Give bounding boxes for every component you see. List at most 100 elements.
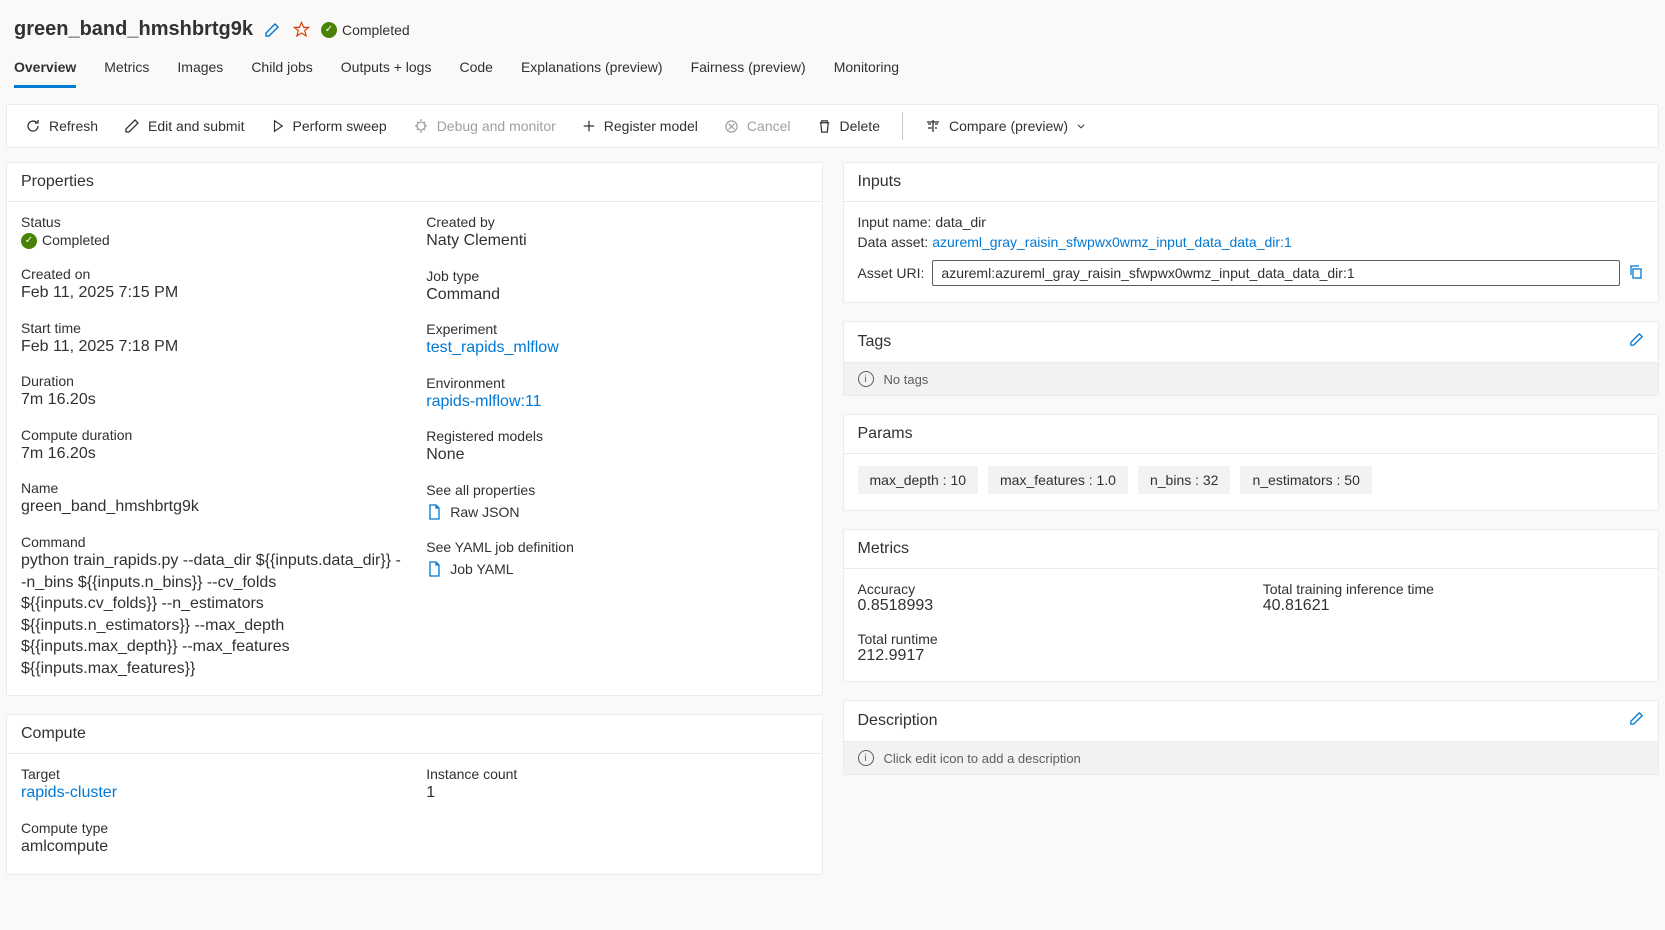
edit-description-icon[interactable] [1629, 711, 1644, 731]
metrics-title: Metrics [844, 530, 1659, 569]
metric-label: Total runtime [858, 631, 1239, 647]
inputs-card: Inputs Input name: data_dir Data asset: … [843, 162, 1660, 303]
pencil-icon [124, 118, 140, 134]
name-label: Name [21, 480, 402, 496]
description-title: Description [858, 712, 938, 730]
status-value: Completed [42, 231, 110, 250]
tab-images[interactable]: Images [177, 59, 223, 88]
job-type-value: Command [426, 284, 807, 306]
raw-json-link[interactable]: Raw JSON [426, 504, 519, 520]
compute-duration-value: 7m 16.20s [21, 443, 402, 465]
target-label: Target [21, 766, 402, 782]
instance-count-value: 1 [426, 782, 807, 804]
cancel-button: Cancel [712, 112, 803, 140]
tab-overview[interactable]: Overview [14, 59, 76, 88]
experiment-label: Experiment [426, 321, 807, 337]
metrics-card: Metrics Accuracy 0.8518993 Total trainin… [843, 529, 1660, 682]
tab-fairness[interactable]: Fairness (preview) [691, 59, 806, 88]
toolbar-divider [902, 112, 903, 140]
delete-button[interactable]: Delete [805, 112, 892, 140]
debug-monitor-button: Debug and monitor [401, 112, 568, 140]
copy-icon[interactable] [1628, 264, 1644, 283]
edit-title-icon[interactable] [261, 19, 283, 41]
data-asset-link[interactable]: azureml_gray_raisin_sfwpwx0wmz_input_dat… [932, 234, 1292, 250]
tab-child-jobs[interactable]: Child jobs [251, 59, 312, 88]
target-link[interactable]: rapids-cluster [21, 782, 402, 804]
param-chip: max_depth : 10 [858, 466, 979, 494]
properties-title: Properties [7, 163, 822, 202]
params-card: Params max_depth : 10 max_features : 1.0… [843, 414, 1660, 511]
status-badge: ✓ Completed [321, 22, 410, 38]
created-by-value: Naty Clementi [426, 230, 807, 252]
created-on-label: Created on [21, 266, 402, 282]
no-tags-bar: i No tags [844, 363, 1659, 395]
bug-icon [413, 118, 429, 134]
asset-uri-label: Asset URI: [858, 265, 925, 281]
tab-explanations[interactable]: Explanations (preview) [521, 59, 663, 88]
edit-submit-button[interactable]: Edit and submit [112, 112, 257, 140]
play-icon [271, 119, 285, 133]
compare-button[interactable]: Compare (preview) [913, 112, 1098, 140]
compute-duration-label: Compute duration [21, 427, 402, 443]
metric-label: Accuracy [858, 581, 1239, 597]
register-model-button[interactable]: Register model [570, 112, 710, 140]
check-circle-icon: ✓ [321, 22, 337, 38]
duration-label: Duration [21, 373, 402, 389]
param-chip: n_estimators : 50 [1240, 466, 1371, 494]
compare-icon [925, 118, 941, 134]
metric-value: 0.8518993 [858, 597, 1239, 615]
description-placeholder-bar: i Click edit icon to add a description [844, 742, 1659, 774]
chevron-down-icon [1076, 121, 1086, 131]
registered-models-label: Registered models [426, 428, 807, 444]
input-name-text: Input name: data_dir [858, 214, 1645, 230]
info-icon: i [858, 371, 874, 387]
tags-title: Tags [858, 333, 892, 351]
command-value: python train_rapids.py --data_dir ${{inp… [21, 550, 402, 680]
instance-count-label: Instance count [426, 766, 807, 782]
plus-icon [582, 119, 596, 133]
param-chip: max_features : 1.0 [988, 466, 1128, 494]
refresh-icon [25, 118, 41, 134]
asset-uri-field[interactable]: azureml:azureml_gray_raisin_sfwpwx0wmz_i… [932, 260, 1620, 286]
description-card: Description i Click edit icon to add a d… [843, 700, 1660, 775]
metric-value: 212.9917 [858, 647, 1239, 665]
status-text: Completed [342, 22, 410, 38]
inputs-title: Inputs [844, 163, 1659, 202]
tab-monitoring[interactable]: Monitoring [834, 59, 899, 88]
duration-value: 7m 16.20s [21, 389, 402, 411]
start-time-label: Start time [21, 320, 402, 336]
status-label: Status [21, 214, 402, 230]
see-yaml-label: See YAML job definition [426, 539, 807, 555]
tab-bar: Overview Metrics Images Child jobs Outpu… [6, 45, 1659, 88]
trash-icon [817, 119, 832, 134]
tab-metrics[interactable]: Metrics [104, 59, 149, 88]
metric-label: Total training inference time [1263, 581, 1644, 597]
created-on-value: Feb 11, 2025 7:15 PM [21, 282, 402, 304]
file-icon [426, 504, 442, 520]
experiment-link[interactable]: test_rapids_mlflow [426, 337, 807, 359]
file-icon [426, 561, 442, 577]
cancel-circle-icon [724, 119, 739, 134]
check-circle-icon: ✓ [21, 233, 37, 249]
see-all-label: See all properties [426, 482, 807, 498]
edit-tags-icon[interactable] [1629, 332, 1644, 352]
job-yaml-link[interactable]: Job YAML [426, 561, 513, 577]
tab-outputs-logs[interactable]: Outputs + logs [341, 59, 432, 88]
environment-link[interactable]: rapids-mlflow:11 [426, 391, 807, 413]
page-title: green_band_hmshbrtg9k [14, 18, 253, 41]
compute-title: Compute [7, 715, 822, 754]
info-icon: i [858, 750, 874, 766]
tab-code[interactable]: Code [459, 59, 492, 88]
params-title: Params [844, 415, 1659, 454]
data-asset-label: Data asset: [858, 234, 933, 250]
start-time-value: Feb 11, 2025 7:18 PM [21, 336, 402, 358]
registered-models-value: None [426, 444, 807, 466]
favorite-star-icon[interactable] [291, 19, 313, 41]
perform-sweep-button[interactable]: Perform sweep [259, 112, 399, 140]
refresh-button[interactable]: Refresh [13, 112, 110, 140]
toolbar: Refresh Edit and submit Perform sweep De… [6, 104, 1659, 148]
name-value: green_band_hmshbrtg9k [21, 496, 402, 518]
properties-card: Properties Status ✓ Completed [6, 162, 823, 696]
compute-card: Compute Target rapids-cluster Compute ty… [6, 714, 823, 874]
compute-type-label: Compute type [21, 820, 402, 836]
